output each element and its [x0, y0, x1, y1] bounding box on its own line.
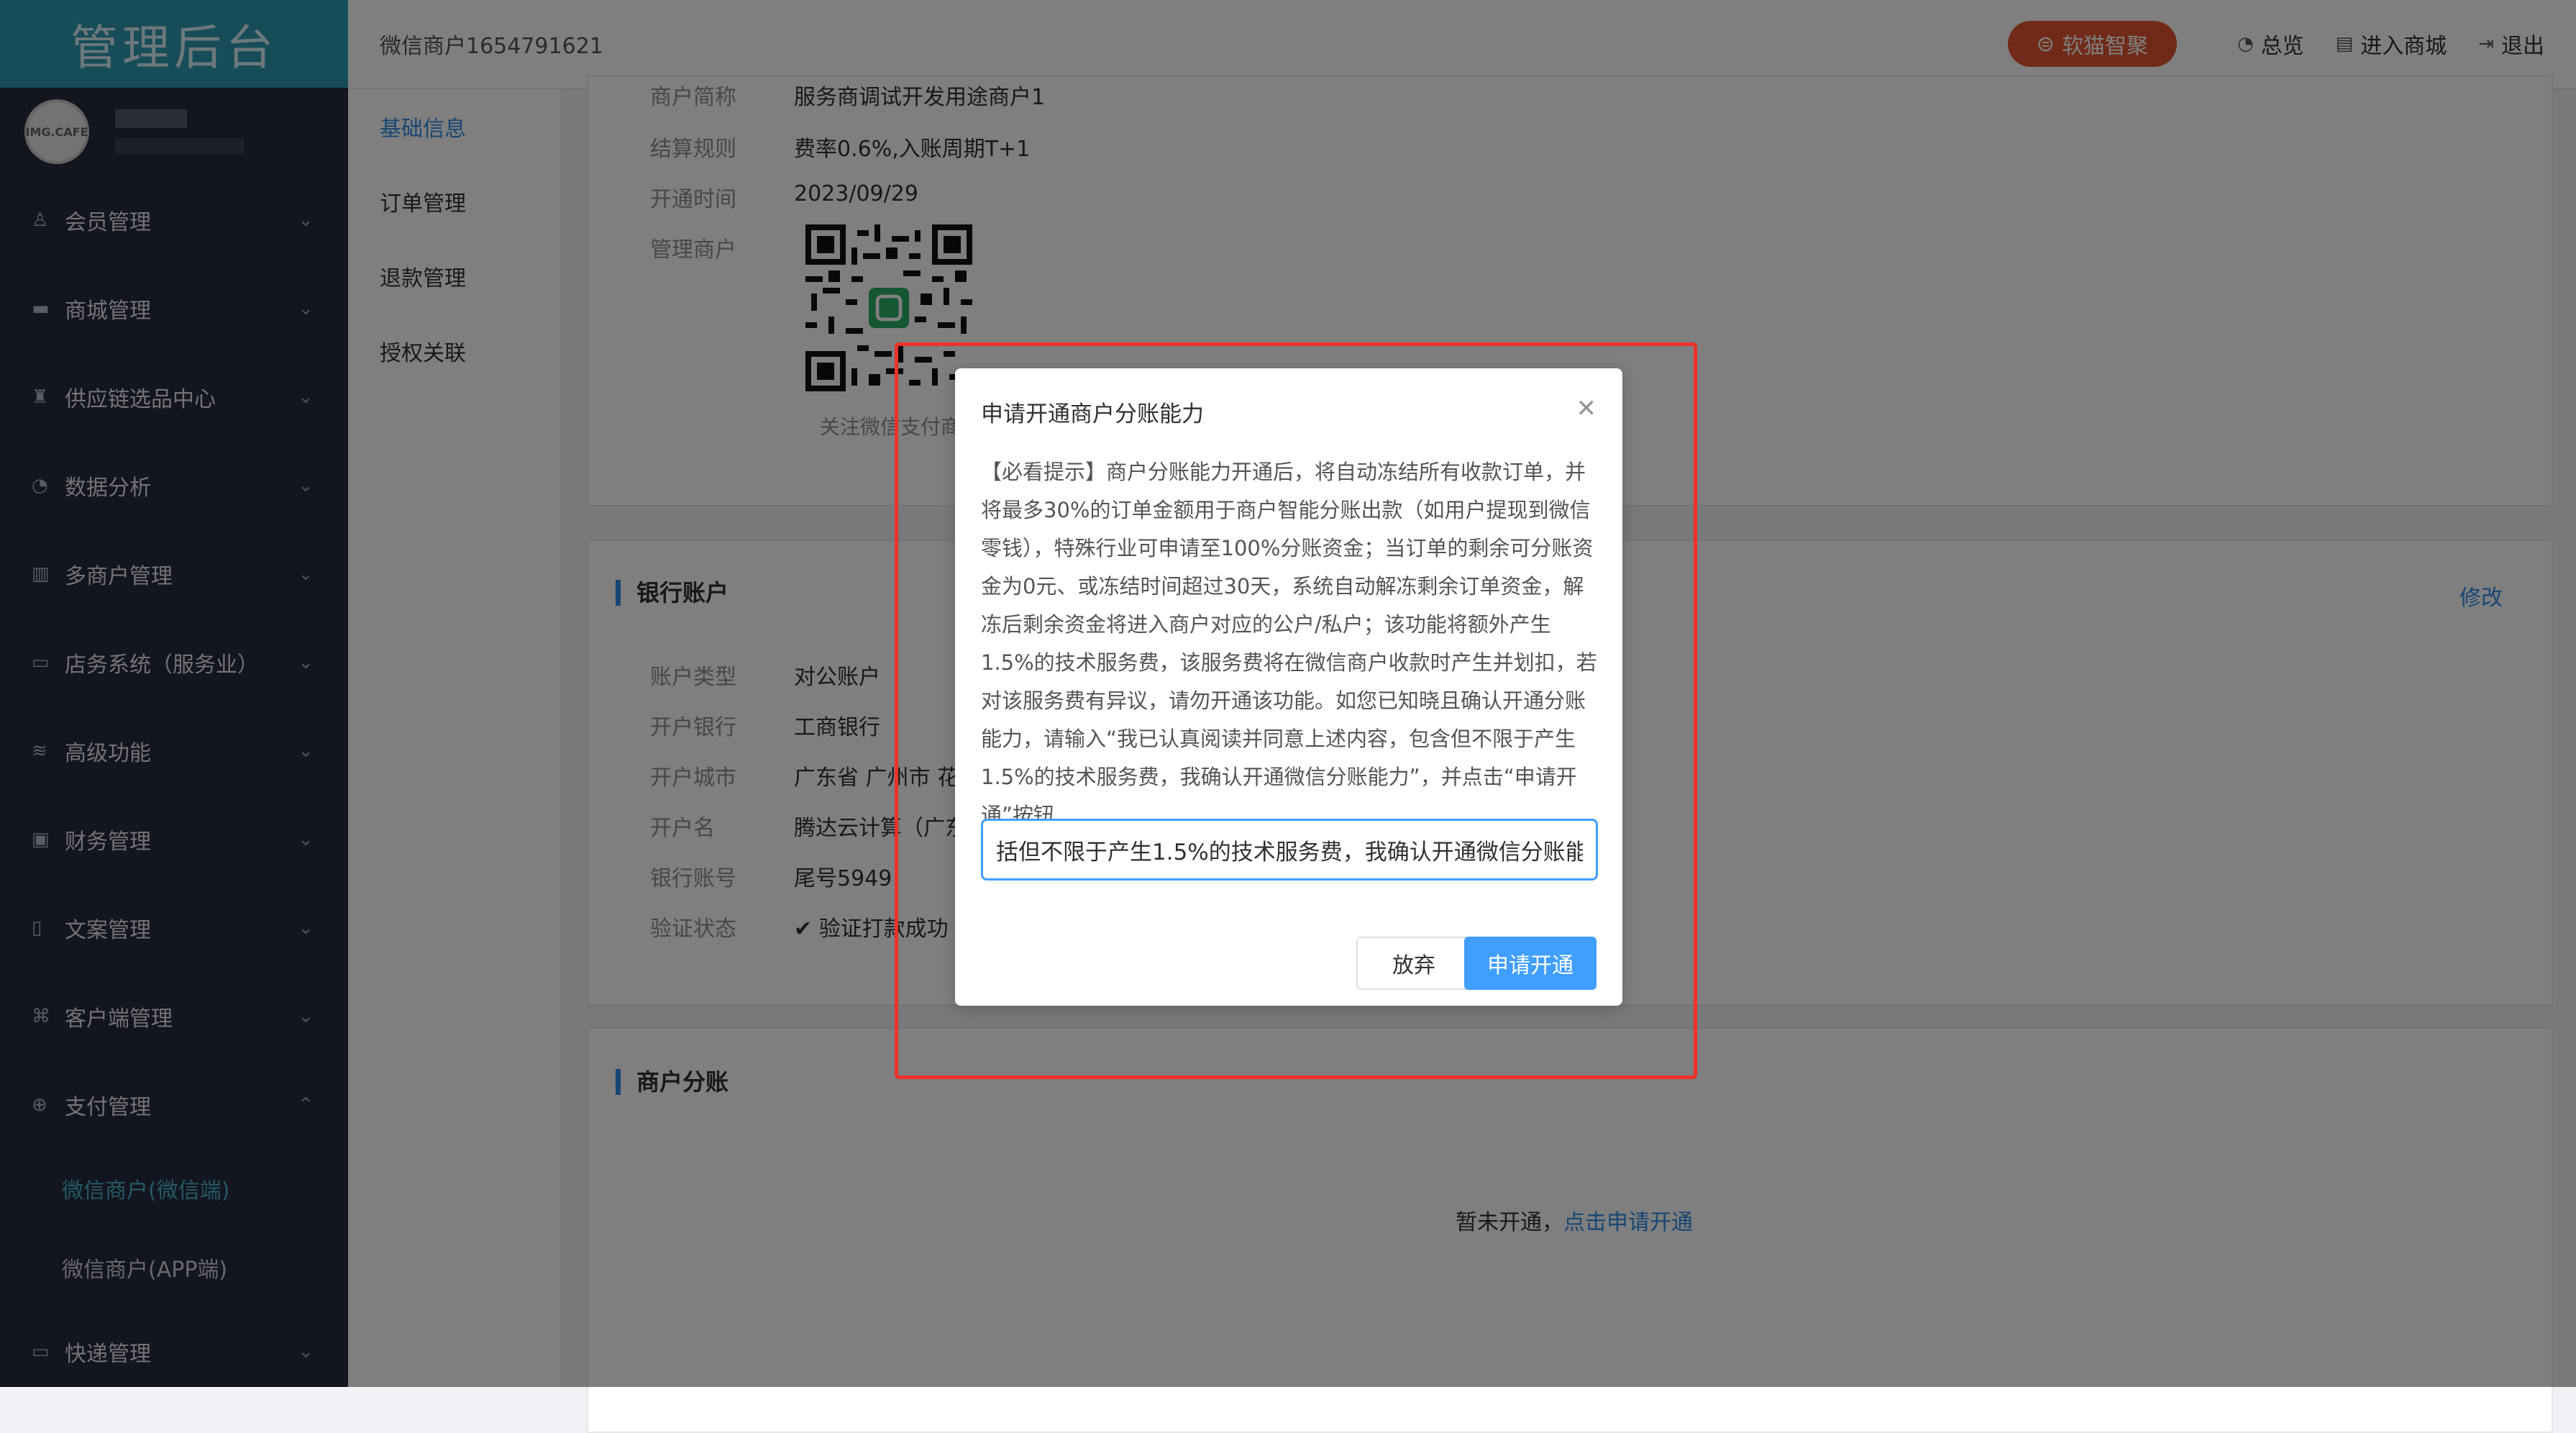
highlight-box [895, 342, 1697, 1079]
